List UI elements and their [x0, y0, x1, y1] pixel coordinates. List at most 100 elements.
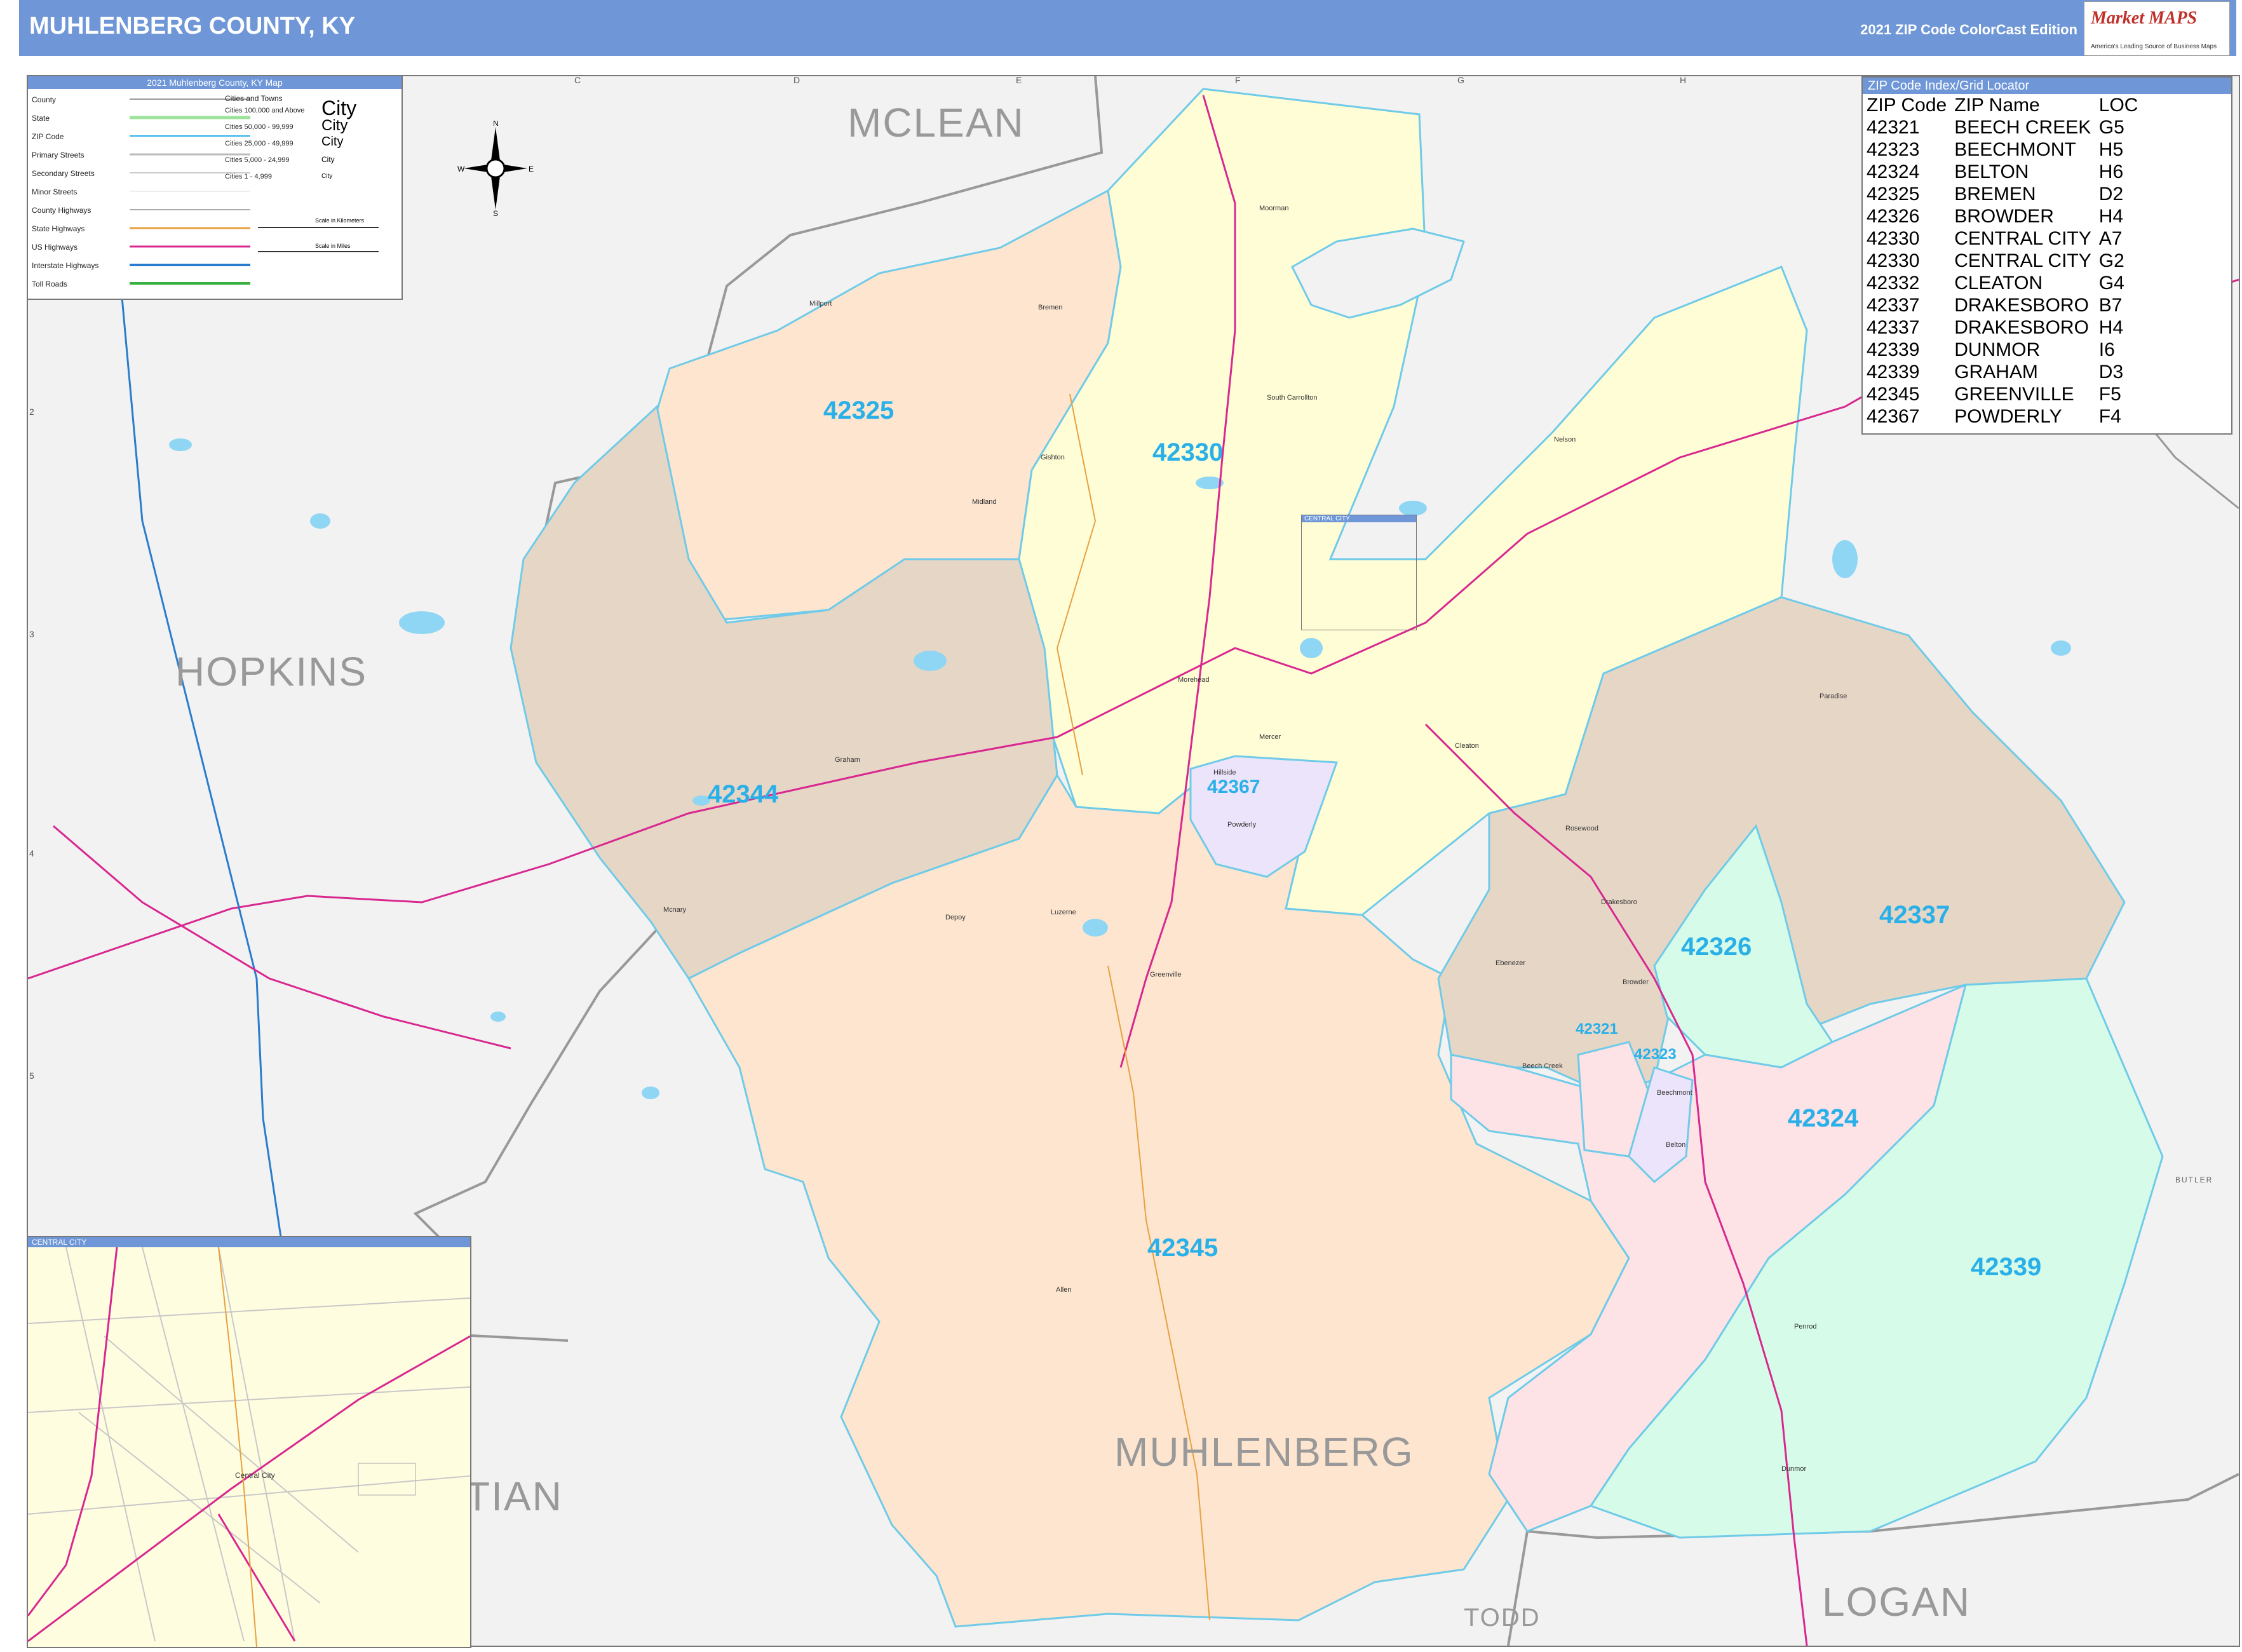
central-city-inset[interactable]: CENTRAL CITY Central City	[27, 1236, 471, 1648]
table-row: 42332 CLEATON G4	[1865, 272, 2144, 294]
zip-name-cell: CENTRAL CITY	[1954, 250, 2091, 271]
grid-col-g: G	[1457, 75, 1464, 85]
zip-name-cell: CENTRAL CITY	[1954, 228, 2091, 249]
county-label-muhlenberg: MUHLENBERG	[1114, 1429, 1414, 1475]
grid-row-5: 5	[29, 1071, 34, 1081]
legend-item-county-hwy: County Highways	[32, 206, 91, 215]
city-cleaton: Cleaton	[1455, 742, 1479, 750]
zip-loc-cell: D2	[2098, 184, 2124, 205]
zip-loc-cell: B7	[2098, 295, 2123, 316]
legend-line-swatches	[130, 98, 250, 285]
zip-loc-cell: I6	[2098, 339, 2115, 360]
svg-text:W: W	[457, 165, 465, 173]
city-graham: Graham	[835, 756, 860, 764]
zip-loc-cell: H4	[2098, 206, 2124, 227]
scale-bars	[258, 227, 379, 252]
city-moorman: Moorman	[1259, 205, 1289, 212]
city-beechmont: Beechmont	[1657, 1089, 1692, 1097]
edition-label: 2021 ZIP Code ColorCast Edition	[1860, 22, 2077, 37]
table-row: 42367 POWDERLY F4	[1865, 405, 2144, 428]
zip-label-42325: 42325	[823, 396, 895, 424]
zip-label-42339: 42339	[1971, 1253, 2042, 1281]
zip-loc-cell: A7	[2098, 228, 2123, 249]
zip-index-table: ZIP Code ZIP Name LOC 42321 BEECH CREEK G5…	[1865, 94, 2144, 428]
zip-code-index: ZIP Code Index/Grid Locator ZIP Code ZIP…	[1861, 76, 2232, 435]
zip-label-42345: 42345	[1147, 1234, 1219, 1262]
city-rosewood: Rosewood	[1565, 825, 1598, 832]
zip-name-cell: GREENVILLE	[1954, 384, 2074, 405]
city-south-carrollton: South Carrollton	[1267, 394, 1318, 402]
inset-us-highway-3	[217, 1513, 296, 1642]
zip-cell: 42323	[1867, 139, 1920, 160]
city-penrod: Penrod	[1794, 1323, 1817, 1330]
zip-name-cell: CLEATON	[1954, 273, 2043, 294]
zip-loc-cell: D3	[2098, 362, 2124, 383]
compass-svg: N S W E	[457, 119, 534, 218]
zip-index-title: ZIP Code Index/Grid Locator	[1863, 78, 2231, 94]
county-label-mclean: MCLEAN	[848, 100, 1025, 146]
zip-label-42344: 42344	[708, 780, 779, 808]
zip-label-42367: 42367	[1207, 776, 1260, 797]
zip-label-42321: 42321	[1576, 1020, 1618, 1038]
market-maps-logo: Market MAPS America's Leading Source of …	[2084, 1, 2230, 56]
city-dunmor: Dunmor	[1781, 1465, 1807, 1473]
city-gishton: Gishton	[1041, 454, 1065, 461]
legend-city-size-2: Cities 50,000 - 99,999	[225, 123, 294, 131]
table-row: 42337 DRAKESBORO B7	[1865, 294, 2144, 316]
inset-city-label: Central City	[235, 1471, 275, 1480]
svg-text:S: S	[493, 209, 498, 216]
zip-index-col-name: ZIP Name	[1954, 95, 2040, 116]
zip-cell: 42324	[1867, 161, 1920, 182]
zip-name-cell: DUNMOR	[1954, 339, 2041, 360]
city-greenville: Greenville	[1150, 971, 1182, 978]
zip-name-cell: BREMEN	[1954, 184, 2036, 205]
city-browder: Browder	[1623, 978, 1649, 986]
city-depoy: Depoy	[945, 914, 966, 921]
table-row: 42330 CENTRAL CITY G2	[1865, 250, 2144, 272]
inset-parcel	[358, 1463, 416, 1496]
grid-col-f: F	[1235, 75, 1241, 85]
county-label-hopkins: HOPKINS	[175, 649, 368, 694]
zip-loc-cell: H6	[2098, 161, 2124, 182]
county-label-christian: TIAN	[465, 1473, 563, 1519]
legend-item-primary: Primary Streets	[32, 151, 84, 159]
legend-item-us-hwy: US Highways	[32, 243, 78, 252]
grid-col-h: H	[1680, 75, 1687, 85]
city-nelson: Nelson	[1554, 436, 1576, 443]
legend-item-minor: Minor Streets	[32, 187, 78, 196]
map-legend: 2021 Muhlenberg County, KY Map County St…	[27, 75, 403, 300]
legend-title: 2021 Muhlenberg County, KY Map	[28, 76, 402, 89]
city-mcnary: Mcnary	[663, 906, 687, 914]
table-row: 42337 DRAKESBORO H4	[1865, 316, 2144, 339]
legend-item-state: State	[32, 114, 50, 123]
zip-loc-cell: H4	[2098, 317, 2124, 338]
zip-label-42324: 42324	[1788, 1104, 1859, 1132]
map-header: MUHLENBERG COUNTY, KY 2021 ZIP Code Colo…	[19, 0, 2236, 56]
central-city-box[interactable]: CENTRAL CITY	[1301, 515, 1417, 630]
legend-city-size-4: Cities 5,000 - 24,999	[225, 156, 290, 164]
table-row: 42325 BREMEN D2	[1865, 183, 2144, 205]
central-city-box-label: CENTRAL CITY	[1302, 515, 1416, 522]
zip-label-42323: 42323	[1634, 1046, 1677, 1063]
zip-cell: 42330	[1867, 250, 1920, 271]
zip-cell: 42367	[1867, 406, 1920, 427]
zip-loc-cell: F4	[2098, 406, 2121, 427]
zip-cell: 42325	[1867, 184, 1920, 205]
city-bremen: Bremen	[1038, 304, 1063, 311]
grid-col-d: D	[793, 75, 800, 85]
county-label-todd: TODD	[1464, 1604, 1541, 1632]
table-row: 42339 GRAHAM D3	[1865, 361, 2144, 383]
zip-cell: 42339	[1867, 339, 1920, 360]
legend-cities-header: Cities and Towns	[225, 94, 283, 103]
zip-label-42337: 42337	[1879, 901, 1950, 929]
svg-text:E: E	[529, 165, 534, 173]
city-allen: Allen	[1056, 1286, 1072, 1294]
legend-item-toll: Toll Roads	[32, 280, 68, 288]
zip-loc-cell: H5	[2098, 139, 2124, 160]
zip-cell: 42330	[1867, 228, 1920, 249]
zip-name-cell: POWDERLY	[1954, 406, 2062, 427]
logo-brand: Market MAPS	[2091, 8, 2198, 28]
table-row: 42326 BROWDER H4	[1865, 205, 2144, 227]
inset-us-highway-2	[28, 1335, 470, 1642]
zip-cell: 42332	[1867, 273, 1920, 294]
